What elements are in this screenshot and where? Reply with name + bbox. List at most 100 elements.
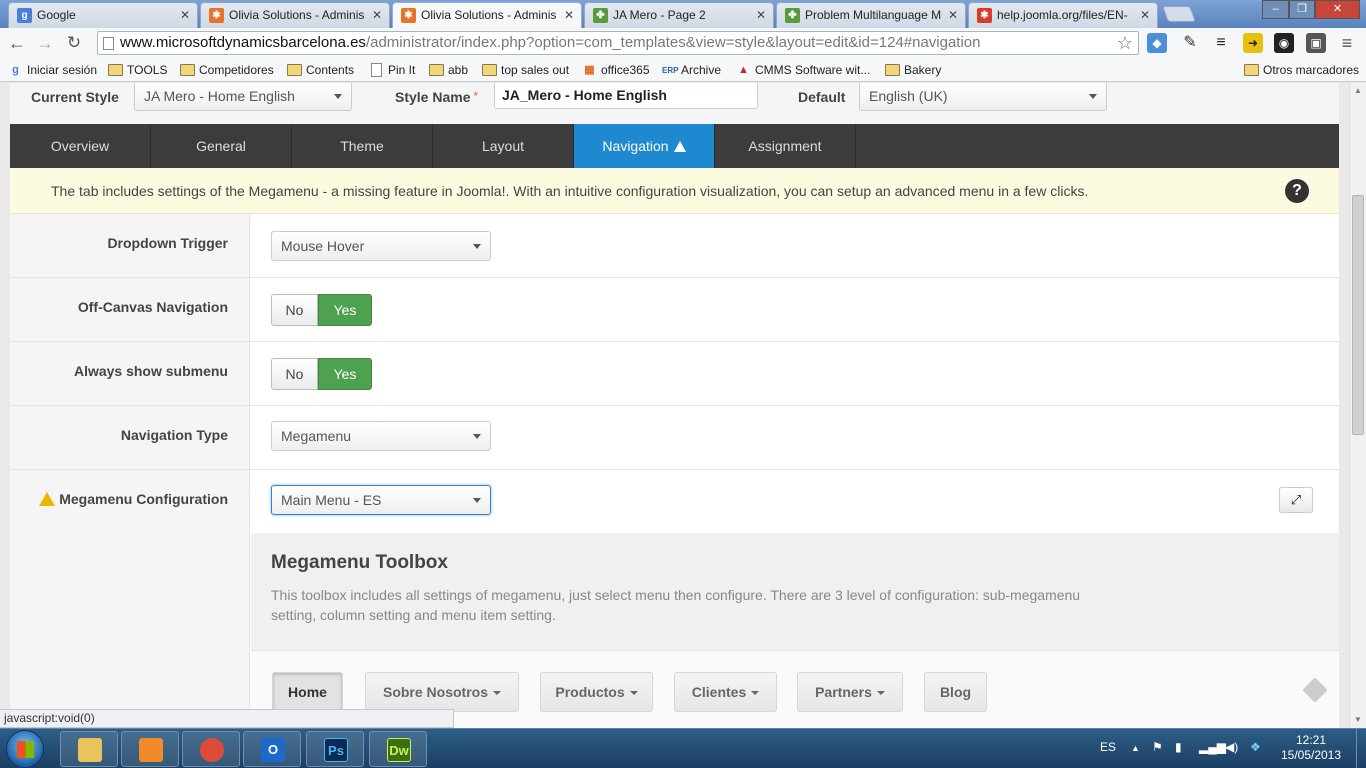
menu-item-sobre-nosotros[interactable]: Sobre Nosotros xyxy=(365,672,519,712)
tab-overview[interactable]: Overview xyxy=(10,124,151,168)
network-icon[interactable]: ▂▄▆ xyxy=(1199,740,1226,754)
off-canvas-yes-button[interactable]: Yes xyxy=(318,294,372,326)
bookmark-office365[interactable]: ▦ office365 xyxy=(582,61,649,79)
menu-item-partners[interactable]: Partners xyxy=(797,672,903,712)
tab-general[interactable]: General xyxy=(151,124,292,168)
bookmark-label: Bakery xyxy=(904,63,942,77)
off-canvas-no-button[interactable]: No xyxy=(271,294,318,326)
always-submenu-row: Always show submenu No Yes xyxy=(10,342,1339,406)
browser-tab-olivia-1[interactable]: ✱ Olivia Solutions - Adminis ✕ xyxy=(200,2,390,28)
menu-icon[interactable]: ≡ xyxy=(1337,33,1357,53)
taskbar-photoshop[interactable]: Ps xyxy=(306,731,364,767)
chevron-down-icon xyxy=(473,244,481,249)
browser-tab-ja-mero[interactable]: ✤ JA Mero - Page 2 ✕ xyxy=(584,2,774,28)
bookmark-top-sales-out[interactable]: top sales out xyxy=(482,61,569,79)
bookmark-tools[interactable]: TOOLS xyxy=(108,61,167,79)
bookmark-cmms[interactable]: ▲ CMMS Software wit... xyxy=(736,61,870,79)
bookmark-iniciar-sesion[interactable]: g Iniciar sesión xyxy=(8,61,97,79)
browser-tab-title: help.joomla.org/files/EN- xyxy=(997,8,1128,22)
close-window-icon[interactable]: ✕ xyxy=(1315,0,1360,19)
close-icon[interactable]: ✕ xyxy=(948,3,958,27)
close-icon[interactable]: ✕ xyxy=(180,3,190,27)
taskbar-chrome[interactable] xyxy=(182,731,240,767)
start-button[interactable] xyxy=(6,730,44,768)
bookmark-label: Archive xyxy=(681,63,722,77)
dropdown-trigger-select[interactable]: Mouse Hover xyxy=(271,231,491,261)
expand-icon[interactable]: ⤢ xyxy=(1279,487,1313,513)
tab-theme[interactable]: Theme xyxy=(292,124,433,168)
screen-capture-icon[interactable]: ▣ xyxy=(1306,33,1326,53)
browser-tab-google[interactable]: g Google ✕ xyxy=(8,2,198,28)
taskbar-outlook[interactable]: O xyxy=(243,731,301,767)
navigation-type-select[interactable]: Megamenu xyxy=(271,421,491,451)
flag-icon[interactable]: ⚑ xyxy=(1152,740,1163,754)
volume-icon[interactable]: ◀) xyxy=(1225,740,1238,754)
page-viewport: Current Style JA Mero - Home English Sty… xyxy=(0,83,1349,728)
tab-assignment[interactable]: Assignment xyxy=(715,124,856,168)
battery-icon[interactable]: ▮ xyxy=(1175,740,1182,754)
forward-icon[interactable]: → xyxy=(34,32,56,54)
close-icon[interactable]: ✕ xyxy=(564,3,574,27)
scrollbar-thumb[interactable] xyxy=(1352,195,1364,435)
browser-tab-problem[interactable]: ✤ Problem Multilanguage M ✕ xyxy=(776,2,966,28)
bookmark-abb[interactable]: abb xyxy=(429,61,468,79)
menu-item-home[interactable]: Home xyxy=(272,672,343,712)
camera-icon[interactable]: ◉ xyxy=(1274,33,1294,53)
arrow-extension-icon[interactable]: ➜ xyxy=(1243,33,1263,53)
system-clock[interactable]: 12:21 15/05/2013 xyxy=(1280,733,1342,763)
always-submenu-yes-button[interactable]: Yes xyxy=(318,358,372,390)
bookmark-bakery[interactable]: Bakery xyxy=(885,61,941,79)
browser-tab-olivia-2[interactable]: ✱ Olivia Solutions - Adminis ✕ xyxy=(392,2,582,29)
dropbox-icon[interactable]: ❖ xyxy=(1250,740,1261,754)
maximize-icon[interactable]: ❐ xyxy=(1289,0,1315,19)
bookmark-other[interactable]: Otros marcadores xyxy=(1244,61,1359,79)
menu-item-blog[interactable]: Blog xyxy=(924,672,987,712)
close-icon[interactable]: ✕ xyxy=(1140,3,1150,27)
minimize-icon[interactable]: – xyxy=(1262,0,1289,19)
scroll-up-icon[interactable]: ▲ xyxy=(1350,83,1366,99)
browser-tab-help-joomla[interactable]: ✱ help.joomla.org/files/EN- ✕ xyxy=(968,2,1158,28)
taskbar-dreamweaver[interactable]: Dw xyxy=(369,731,427,767)
show-hidden-icons-icon[interactable]: ▲ xyxy=(1131,743,1140,753)
page-icon xyxy=(103,37,114,50)
pen-extension-icon[interactable]: ✎ xyxy=(1180,33,1200,53)
megamenu-config-select[interactable]: Main Menu - ES xyxy=(271,485,491,515)
new-tab-button[interactable] xyxy=(1162,6,1196,22)
close-icon[interactable]: ✕ xyxy=(372,3,382,27)
reload-icon[interactable]: ↻ xyxy=(63,32,85,54)
extension-icon[interactable]: ◆ xyxy=(1147,33,1167,53)
tab-navigation[interactable]: Navigation xyxy=(574,124,715,168)
star-icon[interactable]: ☆ xyxy=(1117,32,1133,54)
folder-icon xyxy=(108,64,123,76)
menu-item-clientes[interactable]: Clientes xyxy=(674,672,777,712)
help-icon[interactable]: ? xyxy=(1285,179,1309,203)
bookmark-archive[interactable]: ERP Archive xyxy=(662,61,721,79)
always-submenu-no-button[interactable]: No xyxy=(271,358,318,390)
back-icon[interactable]: ← xyxy=(6,32,28,54)
photoshop-icon: Ps xyxy=(324,738,348,762)
tab-layout[interactable]: Layout xyxy=(433,124,574,168)
bookmark-contents[interactable]: Contents xyxy=(287,61,354,79)
folder-icon xyxy=(287,64,302,76)
address-bar[interactable]: www.microsoftdynamicsbarcelona.es/admini… xyxy=(97,31,1139,55)
clock-date: 15/05/2013 xyxy=(1280,748,1342,762)
browser-tab-strip: g Google ✕ ✱ Olivia Solutions - Adminis … xyxy=(0,0,1366,29)
dropdown-trigger-row: Dropdown Trigger Mouse Hover xyxy=(10,214,1339,278)
show-desktop-button[interactable] xyxy=(1356,729,1366,768)
buffer-icon[interactable]: ≡ xyxy=(1211,33,1231,53)
browser-tab-title: JA Mero - Page 2 xyxy=(613,8,706,22)
edit-icon[interactable] xyxy=(1302,677,1328,703)
taskbar-explorer[interactable] xyxy=(60,731,118,767)
close-icon[interactable]: ✕ xyxy=(756,3,766,27)
taskbar-media-player[interactable] xyxy=(121,731,179,767)
joomla-icon: ✱ xyxy=(401,8,416,23)
bookmark-competidores[interactable]: Competidores xyxy=(180,61,274,79)
current-style-select[interactable]: JA Mero - Home English xyxy=(134,83,352,111)
bookmark-pin-it[interactable]: Pin It xyxy=(369,61,415,79)
language-indicator[interactable]: ES xyxy=(1100,740,1116,754)
scroll-down-icon[interactable]: ▼ xyxy=(1350,712,1366,728)
page-scrollbar[interactable]: ▲ ▼ xyxy=(1349,83,1366,728)
menu-item-productos[interactable]: Productos xyxy=(540,672,653,712)
style-name-input[interactable]: JA_Mero - Home English xyxy=(494,83,758,109)
default-select[interactable]: English (UK) xyxy=(859,83,1107,111)
